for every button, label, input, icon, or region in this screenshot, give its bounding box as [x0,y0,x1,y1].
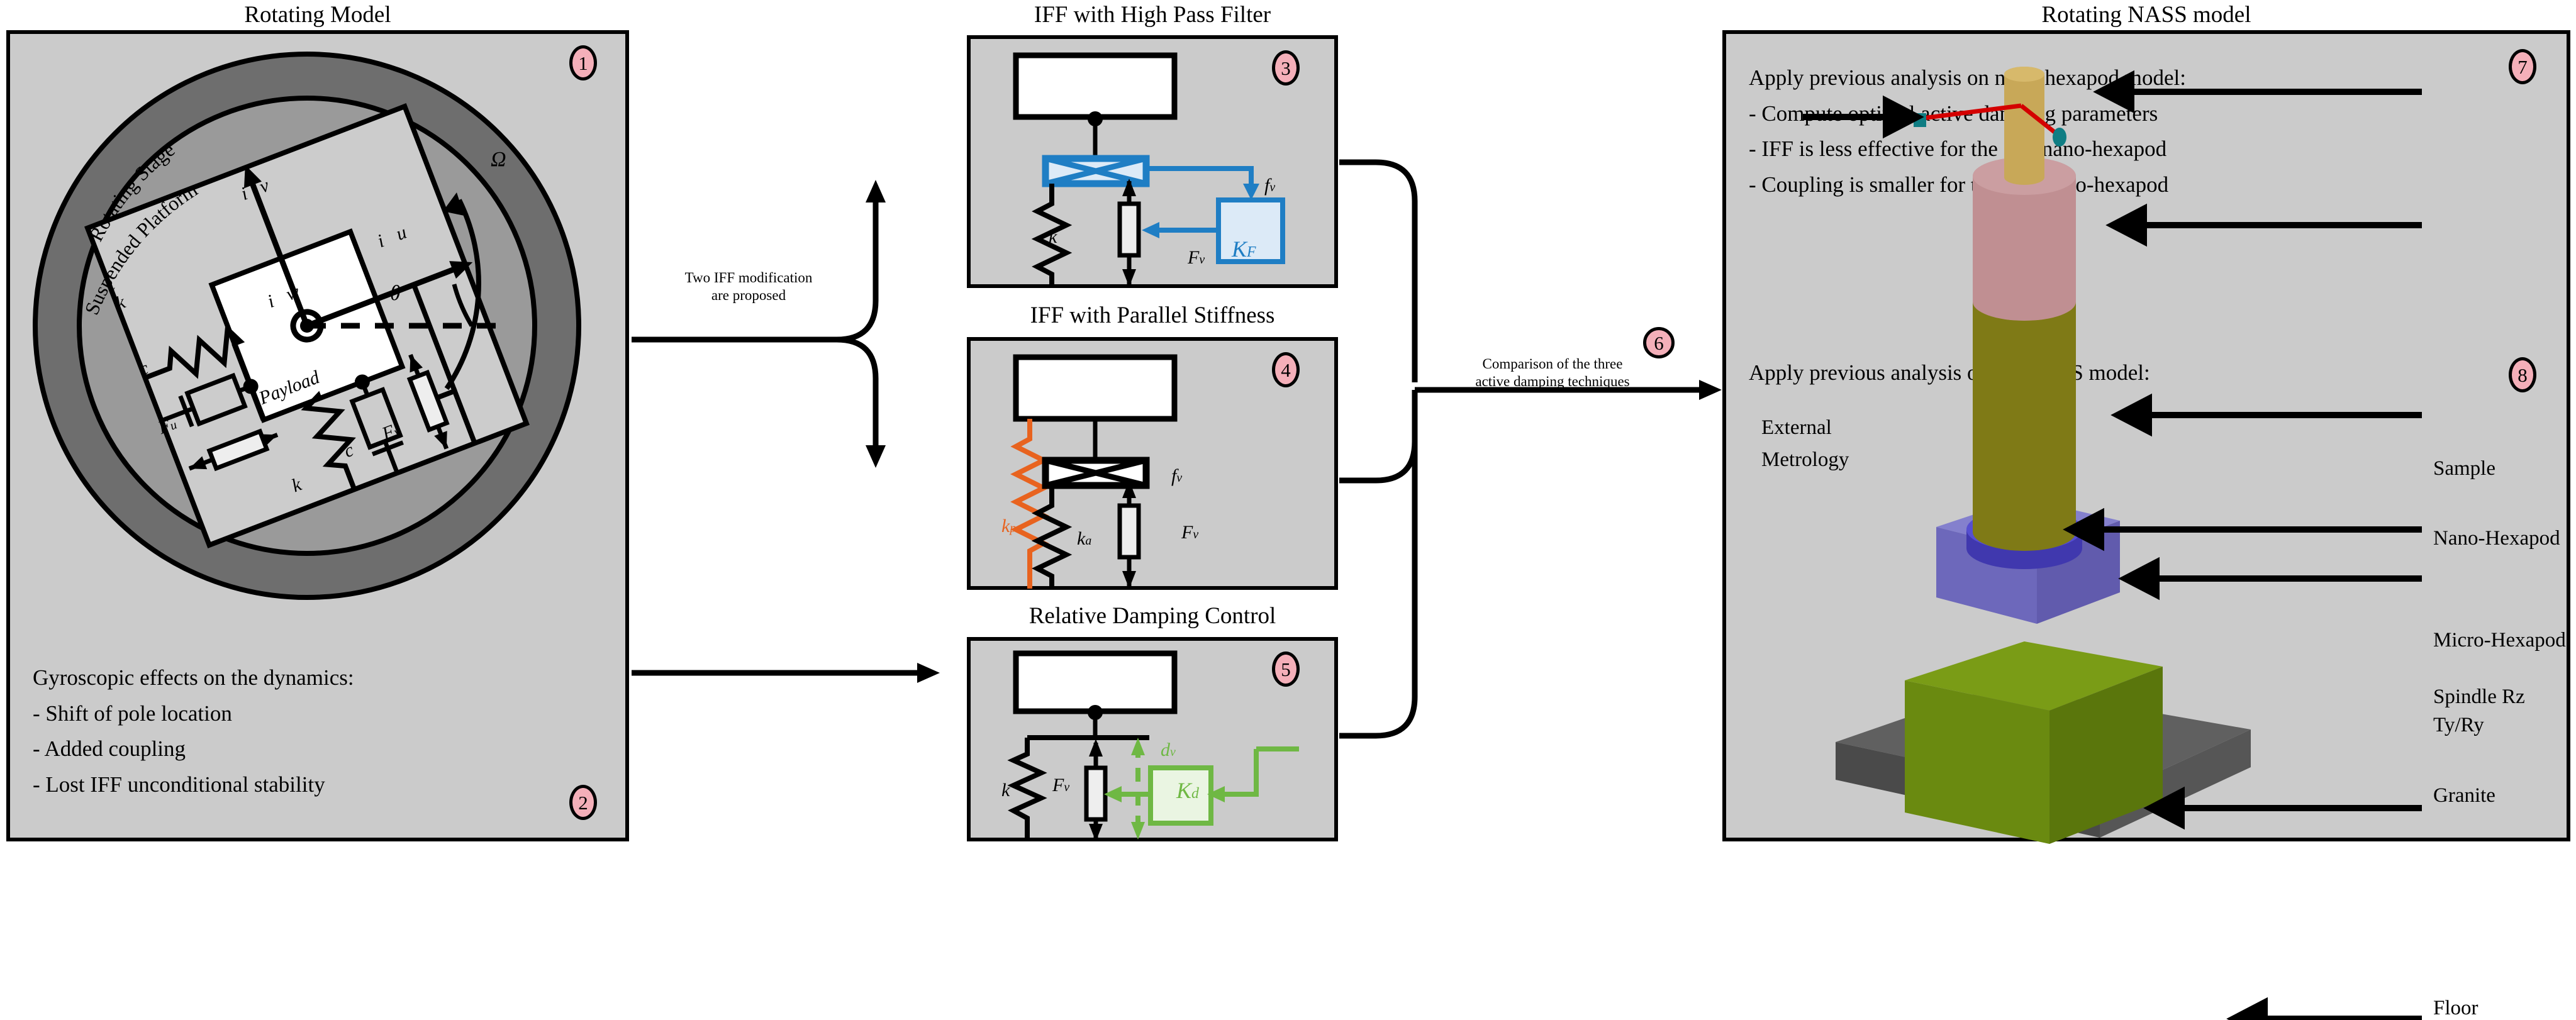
connector-comparison-label: Comparison of the three active damping t… [1420,355,1685,391]
badge-8: 8 [2509,357,2536,392]
label-floor: Floor [2433,997,2478,1019]
label-ka: ka [1077,528,1092,549]
two-iff-line1: Two IFF modification [684,270,813,285]
label-micro-hexapod: Micro-Hexapod [2433,629,2566,651]
label-k-hpf: k [1049,226,1057,247]
relative-damping-drawing [1007,650,1299,841]
rotating-model-text: Gyroscopic effects on the dynamics: - Sh… [33,660,354,803]
gyro-heading: Gyroscopic effects on the dynamics: [33,665,354,690]
label-dv: dv [1161,740,1176,760]
iff-parallel-drawing [1010,354,1178,589]
badge-6: 6 [1643,327,1675,358]
rotating-nass-title: Rotating NASS model [2041,2,2251,28]
gyro-bullet-0: - Shift of pole location [33,701,232,726]
label-k-rdc: k [1001,780,1010,801]
badge-7: 7 [2509,49,2536,84]
iff-hpf-title: IFF with High Pass Filter [1034,2,1271,28]
gyro-bullet-2: - Lost IFF unconditional stability [33,772,325,797]
external-metrology-line1: External [1761,416,1832,439]
label-kp: kp [1001,516,1017,536]
comparison-line2: active damping techniques [1475,374,1630,390]
connector-two-iff-label: Two IFF modification are proposed [642,269,856,304]
label-spindle-rz: Spindle Rz [2433,685,2525,708]
gyro-bullet-1: - Added coupling [33,736,186,762]
two-iff-line2: are proposed [711,287,786,304]
label-fv-small-hpf: fv [1264,175,1276,196]
label-sample: Sample [2433,457,2495,480]
connector-two-iff [632,180,940,683]
label-Kd: Kd [1176,778,1199,803]
label-ty-ry: Ty/Ry [2433,714,2484,736]
nass-top-bullet-2: - Coupling is smaller for the stiff nano… [1749,172,2169,197]
label-KF: KF [1232,236,1256,262]
label-omega: Ω [491,148,506,171]
label-fv-small-parallel: fv [1171,465,1183,486]
label-Fv-hpf: Fv [1188,247,1205,268]
svg-text:Suspended Platform: Suspended Platform [80,178,201,318]
rotating-model-title: Rotating Model [244,2,391,28]
connector-comparison [1339,159,1722,739]
iff-hpf-drawing [1013,52,1285,287]
label-Fv-rdc: Fv [1052,775,1070,795]
label-external-metrology: External Metrology [1761,412,1849,476]
nass-text-bottom: Apply previous analysis on the NASS mode… [1749,355,2150,391]
label-Fv-parallel: Fv [1181,522,1199,543]
iff-parallel-title: IFF with Parallel Stiffness [1030,302,1275,328]
nass-top-bullet-1: - IFF is less effective for the soft nan… [1749,136,2167,162]
label-granite: Granite [2433,784,2495,807]
external-metrology-line2: Metrology [1761,448,1849,472]
comparison-line1: Comparison of the three [1482,356,1623,372]
rotating-model-curved-labels: Rotating Stage Suspended Platform [80,138,201,318]
label-nano-hexapod: Nano-Hexapod [2433,527,2560,550]
label-theta: θ [390,282,401,305]
relative-damping-title: Relative Damping Control [1029,603,1276,629]
badge-2: 2 [569,785,597,820]
nass-bottom-heading: Apply previous analysis on the NASS mode… [1749,360,2150,385]
